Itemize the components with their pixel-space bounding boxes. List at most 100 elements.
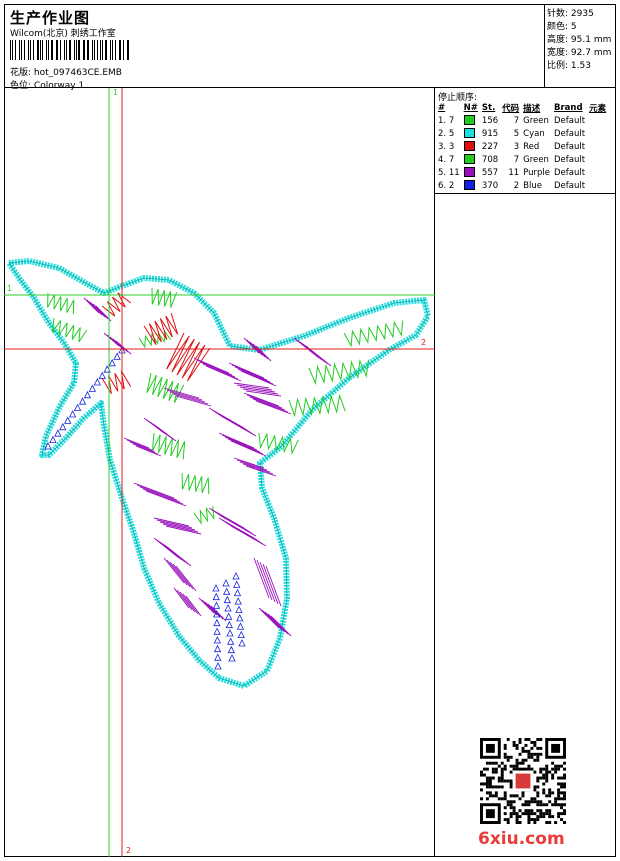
qr-module	[518, 767, 522, 771]
stitch-purple	[265, 565, 282, 607]
qr-module	[551, 773, 555, 777]
stitch-purple	[172, 563, 194, 590]
col-header: 元素	[589, 104, 607, 114]
element	[587, 166, 608, 179]
qr-finder-core	[485, 809, 495, 819]
qr-module	[518, 821, 522, 824]
qr-module	[524, 767, 528, 771]
qr-module	[488, 782, 492, 786]
qr-module	[563, 803, 566, 807]
qr-module	[503, 791, 507, 795]
swatch-chip	[463, 154, 475, 165]
stitch-blue-tail	[237, 630, 245, 639]
qr-module	[491, 770, 495, 774]
qr-module	[485, 767, 489, 771]
qr-module	[563, 776, 566, 780]
qr-module	[485, 761, 489, 765]
qr-module	[521, 803, 525, 807]
stat-value: 92.7 mm	[570, 48, 612, 58]
qr-module	[551, 815, 555, 819]
qr-module	[521, 812, 525, 816]
stitch-purple	[256, 559, 273, 601]
qr-module	[515, 764, 519, 768]
stitch-purple	[163, 557, 185, 584]
stitch-blue-tail	[234, 597, 242, 605]
qr-module	[515, 743, 519, 747]
qr-module	[527, 803, 531, 807]
file-label: 花版:	[10, 68, 32, 78]
qr-module	[503, 779, 507, 783]
table-row: 5. 11 557 11 Purple Default	[436, 166, 608, 179]
stitch-blue-beak	[98, 371, 106, 380]
qr-module	[548, 794, 552, 798]
col-header: 描述	[523, 104, 541, 114]
qr-module	[563, 794, 566, 798]
element	[587, 114, 608, 127]
stitch-purple	[89, 301, 106, 318]
qr-module	[557, 797, 561, 801]
qr-module	[515, 812, 519, 816]
guide-label-v1: 1	[113, 88, 119, 97]
stitch-blue-tail	[214, 662, 222, 670]
qr-module	[491, 761, 495, 765]
qr-module	[497, 785, 501, 789]
table-row: 4. 7 708 7 Green Default	[436, 153, 608, 166]
color-code: 7	[513, 115, 520, 126]
stitch-green	[151, 432, 186, 460]
qr-module	[563, 821, 566, 824]
qr-module	[560, 785, 564, 789]
qr-module	[539, 776, 543, 780]
qr-module	[536, 752, 540, 756]
stitch-red	[143, 313, 179, 345]
qr-module	[533, 788, 537, 792]
qr-module	[548, 770, 552, 774]
qr-module	[533, 740, 537, 744]
qr-module	[545, 770, 549, 774]
qr-module	[503, 764, 507, 768]
qr-module	[545, 773, 549, 777]
qr-module	[560, 818, 564, 822]
qr-module	[506, 758, 510, 762]
stat-label: 颜色:	[547, 22, 569, 32]
qr-module	[530, 800, 534, 804]
qr-module	[545, 764, 549, 768]
stitch-purple	[234, 366, 271, 383]
stat-value: 95.1 mm	[570, 35, 612, 45]
qr-module	[480, 788, 483, 792]
qr-module	[563, 782, 566, 786]
qr-module	[506, 800, 510, 804]
qr-module	[545, 809, 549, 813]
qr-module	[518, 740, 522, 744]
stitch-blue-tail	[228, 654, 236, 662]
row-index: 6. 2	[438, 180, 455, 191]
stitch-purple	[237, 368, 274, 385]
qr-module	[542, 788, 546, 792]
swatch-chip	[463, 141, 475, 152]
color-desc: Cyan	[523, 128, 545, 139]
qr-module	[539, 815, 543, 819]
qr-module	[545, 776, 549, 780]
qr-module	[557, 767, 561, 771]
color-code: 5	[513, 128, 520, 139]
qr-module	[497, 797, 501, 801]
qr-module	[480, 770, 483, 774]
color-swatch	[462, 140, 480, 153]
qr-module	[485, 791, 489, 795]
qr-module	[527, 800, 531, 804]
qr-module	[536, 758, 540, 762]
color-code: 3	[513, 141, 520, 152]
qr-module	[533, 770, 537, 774]
qr-module	[506, 779, 510, 783]
stitch-purple	[227, 438, 264, 455]
stitch-count: 557	[481, 167, 499, 178]
table-row: 1. 7 156 7 Green Default	[436, 114, 608, 127]
stitch-purple	[258, 607, 280, 629]
table-row: 3. 3 227 3 Red Default	[436, 140, 608, 153]
studio-subtitle: Wilcom(北京) 刺绣工作室	[10, 29, 116, 39]
qr-module	[542, 791, 546, 795]
stitch-blue-tail	[213, 627, 221, 635]
qr-module	[539, 746, 543, 750]
stitch-purple	[115, 340, 132, 355]
row-index: 5. 11	[438, 167, 460, 178]
qr-module	[557, 788, 561, 792]
